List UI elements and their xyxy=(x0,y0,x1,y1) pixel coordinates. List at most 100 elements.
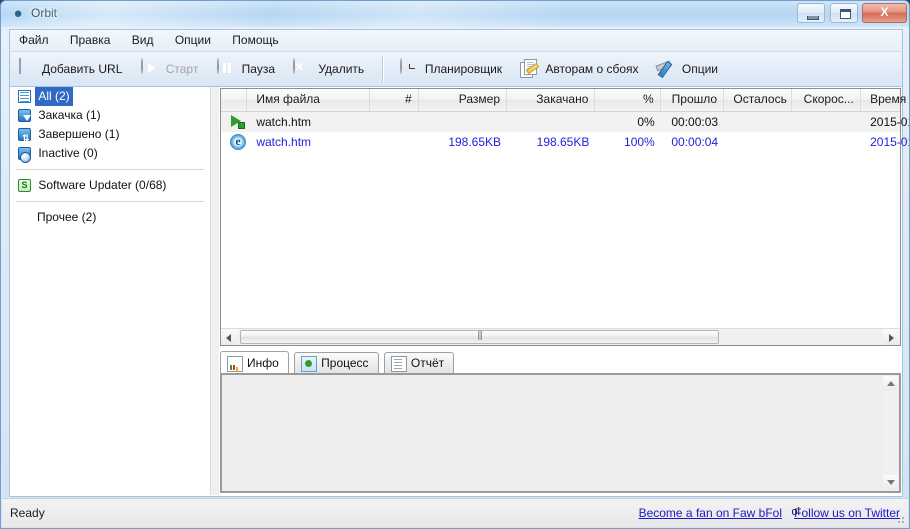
menu-item-view[interactable]: Вид xyxy=(123,30,163,50)
window-buttons: X xyxy=(796,3,907,24)
sidebar-item-inactive[interactable]: Inactive (0) xyxy=(10,144,210,163)
application-window: ● Orbit X Файл Правка Вид Опции Помощь Д… xyxy=(0,0,910,529)
download-list: Имя файла # Размер Закачано % Прошло Ост… xyxy=(220,88,909,346)
sidebar-divider-1 xyxy=(16,169,204,170)
sidebar-item-completed-label: Завершено (1) xyxy=(38,127,120,141)
tab-report[interactable]: Отчёт xyxy=(383,352,455,374)
cell-size xyxy=(422,112,507,132)
column-header-number[interactable]: # xyxy=(374,89,419,111)
column-header-remaining[interactable]: Осталось xyxy=(727,89,793,111)
menu-item-edit[interactable]: Правка xyxy=(61,30,120,50)
toolbar-separator xyxy=(381,56,384,82)
tab-info[interactable]: Инфо xyxy=(220,351,289,375)
window-title: Orbit xyxy=(31,6,58,20)
column-header-size[interactable]: Размер xyxy=(422,89,508,111)
play-icon xyxy=(140,58,160,79)
row-icon-cell xyxy=(221,112,247,132)
maximize-icon xyxy=(839,9,851,19)
pause-icon xyxy=(216,58,236,79)
start-label: Старт xyxy=(165,62,199,76)
maximize-button[interactable] xyxy=(829,3,858,23)
table-row[interactable]: e watch.htm 198.65KB 198.65KB 100% 00:00… xyxy=(221,132,909,152)
scroll-up-arrow-icon[interactable] xyxy=(883,376,898,391)
column-header-created[interactable]: Время создан xyxy=(864,89,909,111)
scroll-down-arrow-icon[interactable] xyxy=(883,475,898,490)
report-bug-button[interactable]: Авторам о сбоях xyxy=(513,52,646,86)
delete-icon: ✕ xyxy=(293,58,305,74)
minimize-icon xyxy=(807,16,820,20)
chart-icon xyxy=(227,355,243,372)
clock-icon xyxy=(399,58,419,79)
sidebar-item-all[interactable]: All (2) xyxy=(10,87,210,106)
tab-info-label: Инфо xyxy=(247,356,279,370)
main-body: All (2) Закачка (1) ⇅ Завершено (1) Inac… xyxy=(9,87,909,497)
twitter-link[interactable]: Follow us on Twitter xyxy=(794,506,900,520)
sidebar-divider-2 xyxy=(16,201,204,202)
cell-remaining xyxy=(727,132,792,152)
column-header-percent[interactable]: % xyxy=(599,89,661,111)
column-header-filename[interactable]: Имя файла xyxy=(250,89,371,111)
software-updater-icon: S xyxy=(18,176,32,195)
report-doc-icon xyxy=(390,355,407,372)
delete-button[interactable]: ✕ Удалить xyxy=(286,52,372,86)
status-text: Ready xyxy=(10,506,45,520)
cell-created: 2015-01-27 21 xyxy=(870,135,909,149)
start-button[interactable]: Старт xyxy=(134,52,207,86)
detail-vertical-scrollbar[interactable] xyxy=(883,376,898,490)
report-icon xyxy=(519,59,540,79)
pause-button[interactable]: Пауза xyxy=(210,52,283,86)
options-button[interactable]: Опции xyxy=(650,52,726,86)
cell-created: 2015-01-27 21 xyxy=(870,115,909,129)
scheduler-button[interactable]: Планировщик xyxy=(393,52,510,86)
title-bar: ● Orbit X xyxy=(1,1,909,27)
menu-item-options[interactable]: Опции xyxy=(166,30,220,50)
sidebar-item-downloading-label: Закачка (1) xyxy=(38,108,101,122)
scroll-right-arrow-icon[interactable] xyxy=(883,329,900,345)
close-icon: X xyxy=(880,5,889,19)
tab-process[interactable]: Процесс xyxy=(294,352,379,374)
cell-speed xyxy=(796,112,861,132)
tab-process-label: Процесс xyxy=(321,356,369,370)
column-header-elapsed[interactable]: Прошло xyxy=(664,89,725,111)
cell-downloaded: 198.65KB xyxy=(536,135,590,149)
resize-grip[interactable] xyxy=(894,513,906,525)
scheduler-label: Планировщик xyxy=(424,62,503,76)
column-header-icon[interactable] xyxy=(221,89,247,111)
options-label: Опции xyxy=(681,62,719,76)
sidebar-item-all-label: All (2) xyxy=(35,87,73,106)
list-horizontal-scrollbar[interactable] xyxy=(221,328,900,345)
transfer-arrows-icon: ⇅ xyxy=(18,125,32,144)
toolbar: Добавить URL Старт Пауза ✕ Удалить Плани… xyxy=(9,51,903,87)
process-icon xyxy=(301,355,318,372)
sidebar-splitter[interactable] xyxy=(210,87,219,495)
report-bug-label: Авторам о сбоях xyxy=(545,62,639,76)
sidebar-item-software-updater[interactable]: S Software Updater (0/68) xyxy=(10,176,210,195)
page-icon xyxy=(16,58,36,79)
menu-item-file[interactable]: Файл xyxy=(10,30,58,50)
table-row[interactable]: watch.htm 0% 00:00:03 2015-01-27 21 xyxy=(221,112,909,132)
minimize-button[interactable] xyxy=(797,3,826,23)
scroll-thumb[interactable] xyxy=(240,330,719,344)
cell-filename: watch.htm xyxy=(256,135,312,149)
cell-remaining xyxy=(727,112,792,132)
sidebar-item-software-updater-label: Software Updater (0/68) xyxy=(38,178,167,192)
cell-elapsed: 00:00:03 xyxy=(671,115,719,129)
pause-label: Пауза xyxy=(241,62,276,76)
sidebar-item-downloading[interactable]: Закачка (1) xyxy=(10,106,210,125)
column-header-speed[interactable]: Скорос... xyxy=(796,89,861,111)
scroll-left-arrow-icon[interactable] xyxy=(221,329,238,345)
close-button[interactable]: X xyxy=(862,3,907,23)
detail-panel[interactable] xyxy=(220,373,901,493)
right-pane: Имя файла # Размер Закачано % Прошло Ост… xyxy=(219,87,909,495)
sidebar-item-completed[interactable]: ⇅ Завершено (1) xyxy=(10,125,210,144)
cell-speed xyxy=(796,132,861,152)
orbit-logo-icon: ● xyxy=(13,5,23,22)
add-url-label: Добавить URL xyxy=(42,62,123,76)
add-url-button[interactable]: Добавить URL xyxy=(10,52,130,86)
tab-report-label: Отчёт xyxy=(410,356,445,370)
facebook-link[interactable]: Become a fan on Faw bFol xyxy=(639,506,782,520)
column-header-downloaded[interactable]: Закачано xyxy=(510,89,596,111)
menu-item-help[interactable]: Помощь xyxy=(223,30,287,50)
list-grid-icon xyxy=(18,87,32,106)
sidebar-item-other[interactable]: Прочее (2) xyxy=(10,208,210,227)
